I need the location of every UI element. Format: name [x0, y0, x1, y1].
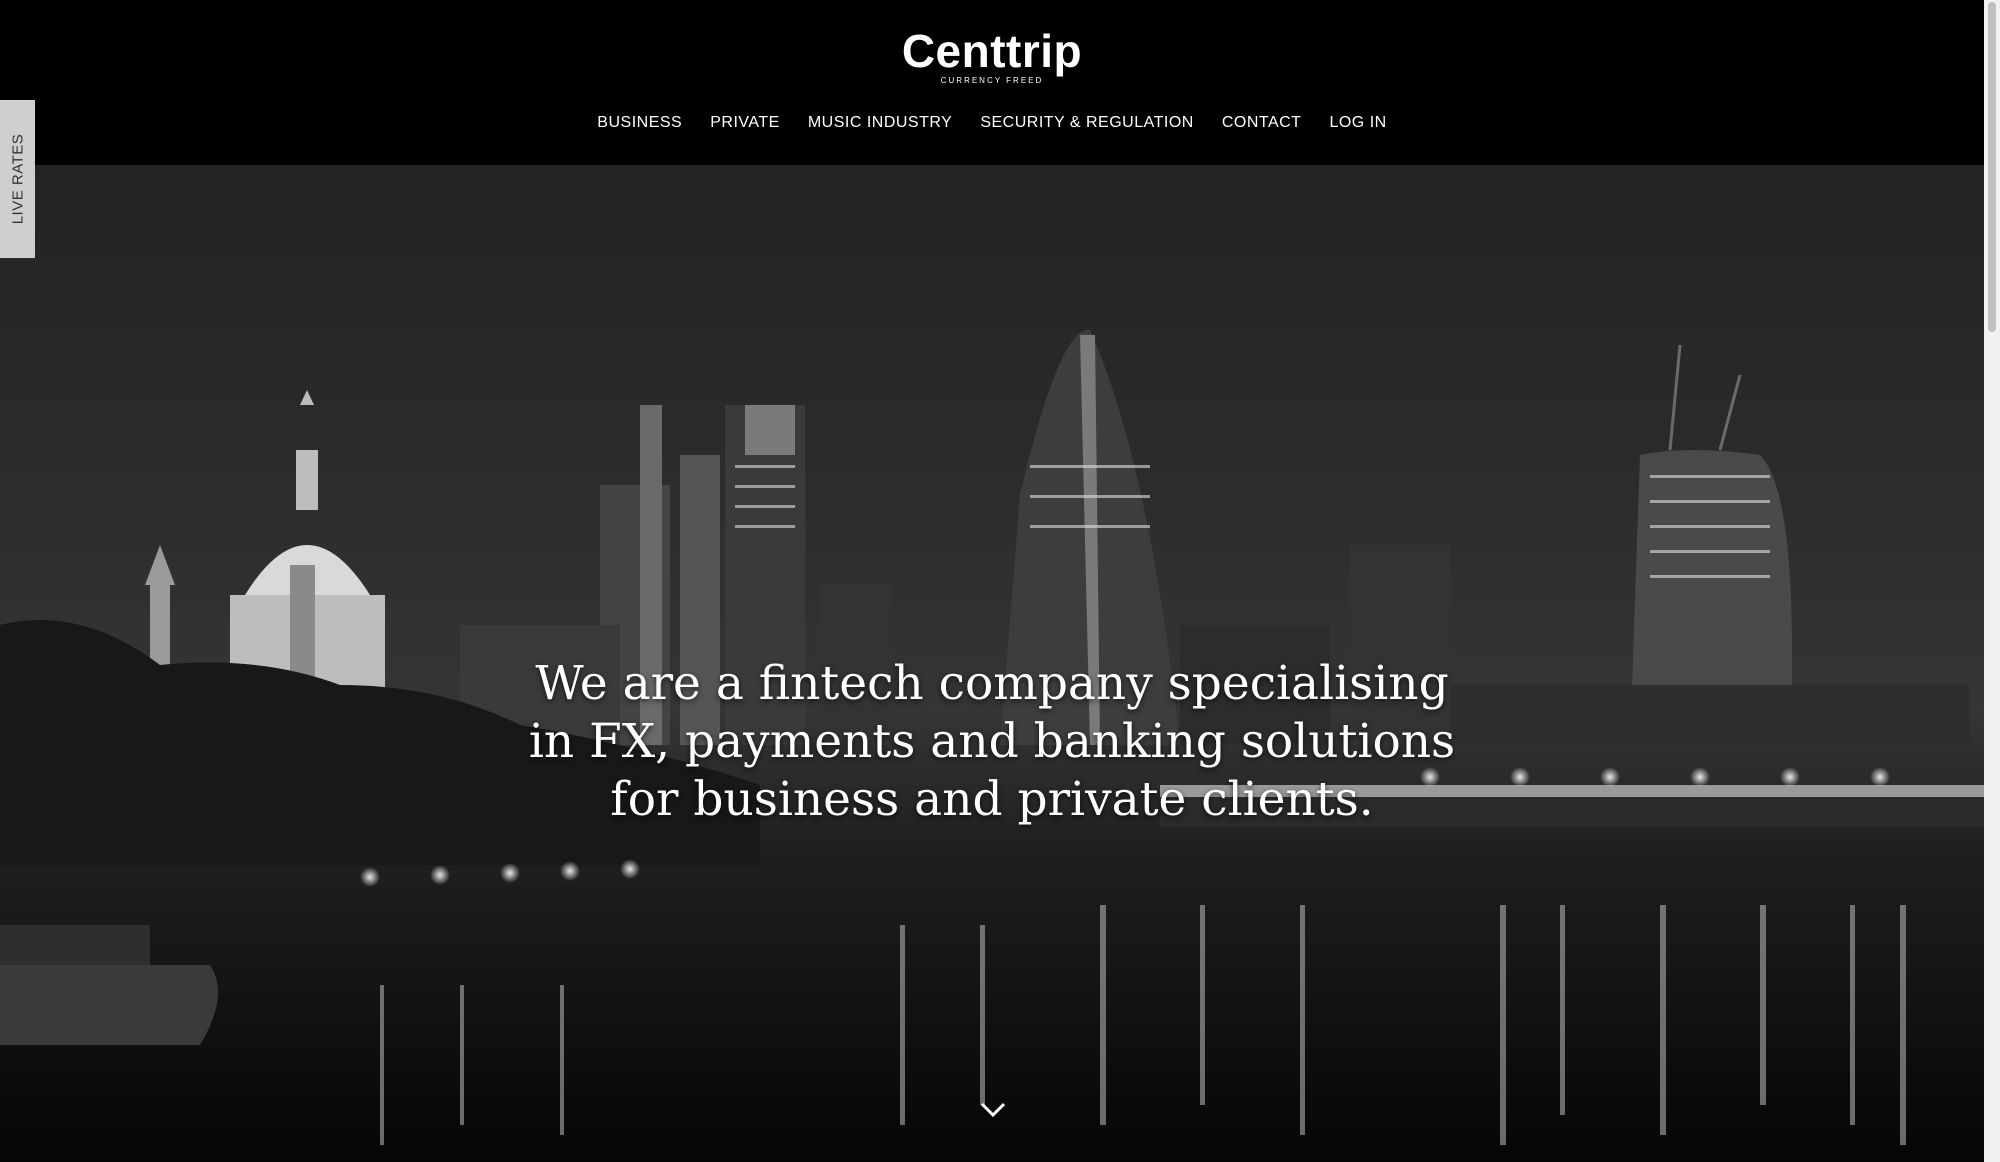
logo-wordmark: Centtrip	[901, 25, 1083, 77]
hero-headline-line-2: in FX, payments and banking solutions	[528, 714, 1456, 769]
nav-item-music-industry[interactable]: MUSIC INDUSTRY	[808, 114, 953, 132]
nav-item-business[interactable]: BUSINESS	[597, 114, 682, 132]
site-header: Centtrip CURRENCY FREED BUSINESS PRIVATE…	[0, 0, 1984, 165]
logo[interactable]: Centtrip CURRENCY FREED	[0, 26, 1984, 85]
page-scrollbar[interactable]	[1984, 0, 2000, 1162]
nav-item-contact[interactable]: CONTACT	[1222, 114, 1302, 132]
nav-item-private[interactable]: PRIVATE	[710, 114, 780, 132]
hero-headline-line-1: We are a fintech company specialising	[535, 656, 1449, 711]
live-rates-label: LIVE RATES	[9, 133, 27, 225]
main-nav: BUSINESS PRIVATE MUSIC INDUSTRY SECURITY…	[0, 114, 1984, 132]
scrollbar-thumb[interactable]	[1988, 2, 1996, 332]
hero-headline: We are a fintech company specialising in…	[492, 655, 1492, 829]
logo-tagline: CURRENCY FREED	[940, 76, 1044, 85]
chevron-down-icon[interactable]	[978, 1095, 1008, 1125]
hero-section: We are a fintech company specialising in…	[0, 165, 1984, 1162]
nav-item-security-regulation[interactable]: SECURITY & REGULATION	[980, 114, 1194, 132]
nav-item-log-in[interactable]: LOG IN	[1329, 114, 1386, 132]
hero-headline-line-3: for business and private clients.	[610, 772, 1374, 827]
live-rates-tab[interactable]: LIVE RATES	[0, 100, 35, 258]
